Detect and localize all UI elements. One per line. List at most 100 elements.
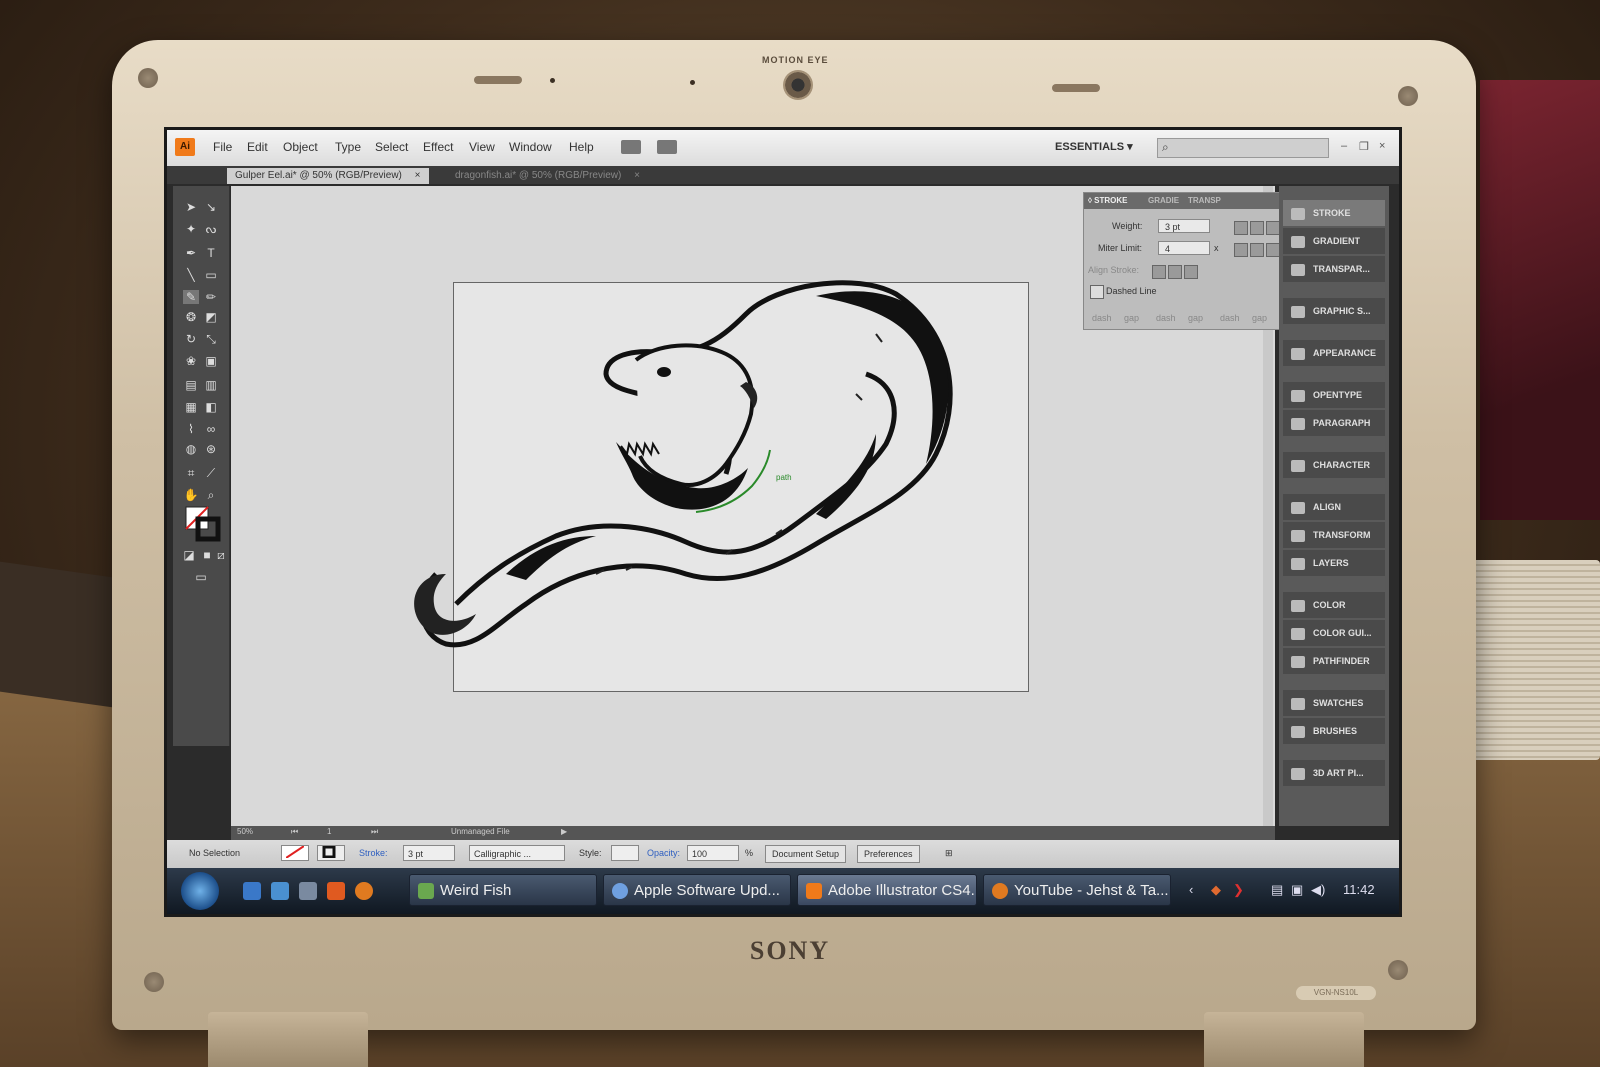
scale-tool-icon[interactable]: ⤡	[203, 332, 219, 346]
free-transform-tool-icon[interactable]: ▣	[203, 354, 219, 368]
restore-icon[interactable]: ❐	[1359, 140, 1369, 153]
dock-layers[interactable]: LAYERS	[1283, 550, 1385, 576]
gulper-eel-artwork[interactable]: path	[396, 274, 1006, 674]
tab-stroke[interactable]: ◊ STROKE	[1088, 196, 1128, 205]
volume-icon[interactable]: ◀)	[1311, 882, 1325, 898]
mesh-tool-icon[interactable]: ▦	[183, 400, 199, 414]
lasso-tool-icon[interactable]: ᔓ	[203, 222, 219, 236]
dock-character[interactable]: CHARACTER	[1283, 452, 1385, 478]
task-youtube[interactable]: YouTube - Jehst & Ta...	[983, 874, 1171, 906]
rotate-tool-icon[interactable]: ↻	[183, 332, 199, 346]
media-tray-icon[interactable]: ❯	[1233, 882, 1244, 898]
menu-edit[interactable]: Edit	[247, 140, 268, 154]
miter-limit-field[interactable]: 4	[1158, 241, 1210, 255]
stroke-label[interactable]: Stroke:	[359, 848, 388, 858]
dock-transparency[interactable]: TRANSPAR...	[1283, 256, 1385, 282]
dock-paragraph[interactable]: PARAGRAPH	[1283, 410, 1385, 436]
crop-area-tool-icon[interactable]: ⌗	[183, 466, 199, 480]
column-graph-tool-icon[interactable]: ▥	[203, 378, 219, 392]
selection-tool-icon[interactable]: ➤	[183, 200, 199, 214]
show-desktop-icon[interactable]	[271, 882, 289, 900]
dock-swatches[interactable]: SWATCHES	[1283, 690, 1385, 716]
menu-type[interactable]: Type	[335, 140, 361, 154]
blend-tool-icon[interactable]: ∞	[203, 422, 219, 436]
opacity-field[interactable]: 100	[687, 845, 739, 861]
first-page-icon[interactable]: ⏮	[291, 827, 298, 837]
dashed-line-checkbox[interactable]	[1090, 285, 1104, 299]
weight-field[interactable]: 3 pt	[1158, 219, 1210, 233]
acrobat-tray-icon[interactable]: ◆	[1211, 882, 1221, 898]
dock-color-guide[interactable]: COLOR GUI...	[1283, 620, 1385, 646]
dock-3d-art-pieces[interactable]: 3D ART PI...	[1283, 760, 1385, 786]
opacity-label[interactable]: Opacity:	[647, 848, 680, 858]
menu-select[interactable]: Select	[375, 140, 408, 154]
tab-close-icon[interactable]: ×	[634, 170, 640, 181]
app-logo[interactable]: Ai	[175, 138, 195, 156]
join-miter-icon[interactable]	[1234, 243, 1248, 257]
page-number[interactable]: 1	[327, 827, 331, 836]
zoom-tool-icon[interactable]: ⌕	[203, 488, 219, 502]
stroke-swatch[interactable]	[317, 845, 345, 861]
join-round-icon[interactable]	[1250, 243, 1264, 257]
align-outside-icon[interactable]	[1184, 265, 1198, 279]
menu-view[interactable]: View	[469, 140, 495, 154]
close-icon[interactable]: ×	[1379, 140, 1385, 152]
display-tray-icon[interactable]: ▣	[1291, 882, 1303, 898]
menu-window[interactable]: Window	[509, 140, 552, 154]
workspace-switcher[interactable]: ESSENTIALS ▾	[1055, 140, 1133, 153]
dock-stroke[interactable]: STROKE	[1283, 200, 1385, 226]
minimize-icon[interactable]: –	[1341, 140, 1347, 152]
line-tool-icon[interactable]: ╲	[183, 268, 199, 282]
dash-field[interactable]: dash	[1092, 313, 1112, 323]
preferences-button[interactable]: Preferences	[857, 845, 920, 863]
tab-close-icon[interactable]: ×	[415, 170, 421, 181]
stroke-weight-field[interactable]: 3 pt	[403, 845, 455, 861]
switch-windows-icon[interactable]	[299, 882, 317, 900]
dock-brushes[interactable]: BRUSHES	[1283, 718, 1385, 744]
task-weird-fish[interactable]: Weird Fish	[409, 874, 597, 906]
align-inside-icon[interactable]	[1168, 265, 1182, 279]
dock-align[interactable]: ALIGN	[1283, 494, 1385, 520]
live-paint-bucket-tool-icon[interactable]: ◍	[183, 442, 199, 456]
firefox-icon[interactable]	[355, 882, 373, 900]
file-status[interactable]: Unmanaged File	[451, 827, 510, 836]
eyedropper-tool-icon[interactable]: ⌇	[183, 422, 199, 436]
align-center-icon[interactable]	[1152, 265, 1166, 279]
rectangle-tool-icon[interactable]: ▭	[203, 268, 219, 282]
live-paint-selection-tool-icon[interactable]: ⊛	[203, 442, 219, 456]
network-tray-icon[interactable]: ▤	[1271, 882, 1283, 898]
gap-field[interactable]: gap	[1124, 313, 1139, 323]
arrange-icon[interactable]: ⊞	[945, 848, 953, 859]
bridge-icon[interactable]	[621, 140, 641, 154]
tab-transparency[interactable]: TRANSP	[1188, 196, 1221, 205]
menu-object[interactable]: Object	[283, 140, 318, 154]
dock-gradient[interactable]: GRADIENT	[1283, 228, 1385, 254]
dock-transform[interactable]: TRANSFORM	[1283, 522, 1385, 548]
warp-tool-icon[interactable]: ❀	[183, 354, 199, 368]
slice-tool-icon[interactable]: ⟋	[203, 466, 219, 480]
style-select[interactable]	[611, 845, 639, 861]
help-search-input[interactable]: ⌕	[1157, 138, 1329, 158]
direct-selection-tool-icon[interactable]: ↘	[203, 200, 219, 214]
pen-tool-icon[interactable]: ✒	[183, 246, 199, 260]
gap-field[interactable]: gap	[1252, 313, 1267, 323]
status-arrow-icon[interactable]: ▶	[561, 827, 567, 836]
join-bevel-icon[interactable]	[1266, 243, 1280, 257]
media-player-icon[interactable]	[327, 882, 345, 900]
task-apple-software-update[interactable]: Apple Software Upd...	[603, 874, 791, 906]
none-mode-icon[interactable]: ⧄	[213, 548, 229, 562]
dock-color[interactable]: COLOR	[1283, 592, 1385, 618]
ie-icon[interactable]	[243, 882, 261, 900]
start-button[interactable]	[181, 872, 219, 910]
fill-stroke-swatch[interactable]	[185, 506, 221, 542]
menu-file[interactable]: File	[213, 140, 232, 154]
cap-round-icon[interactable]	[1250, 221, 1264, 235]
dock-pathfinder[interactable]: PATHFINDER	[1283, 648, 1385, 674]
dock-opentype[interactable]: OPENTYPE	[1283, 382, 1385, 408]
cap-butt-icon[interactable]	[1234, 221, 1248, 235]
default-colors-icon[interactable]: ◪	[181, 548, 197, 562]
zoom-level[interactable]: 50%	[237, 827, 253, 836]
brush-definition-select[interactable]: Calligraphic ...	[469, 845, 565, 861]
last-page-icon[interactable]: ⏭	[371, 827, 378, 837]
tab-gradient[interactable]: GRADIE	[1148, 196, 1179, 205]
